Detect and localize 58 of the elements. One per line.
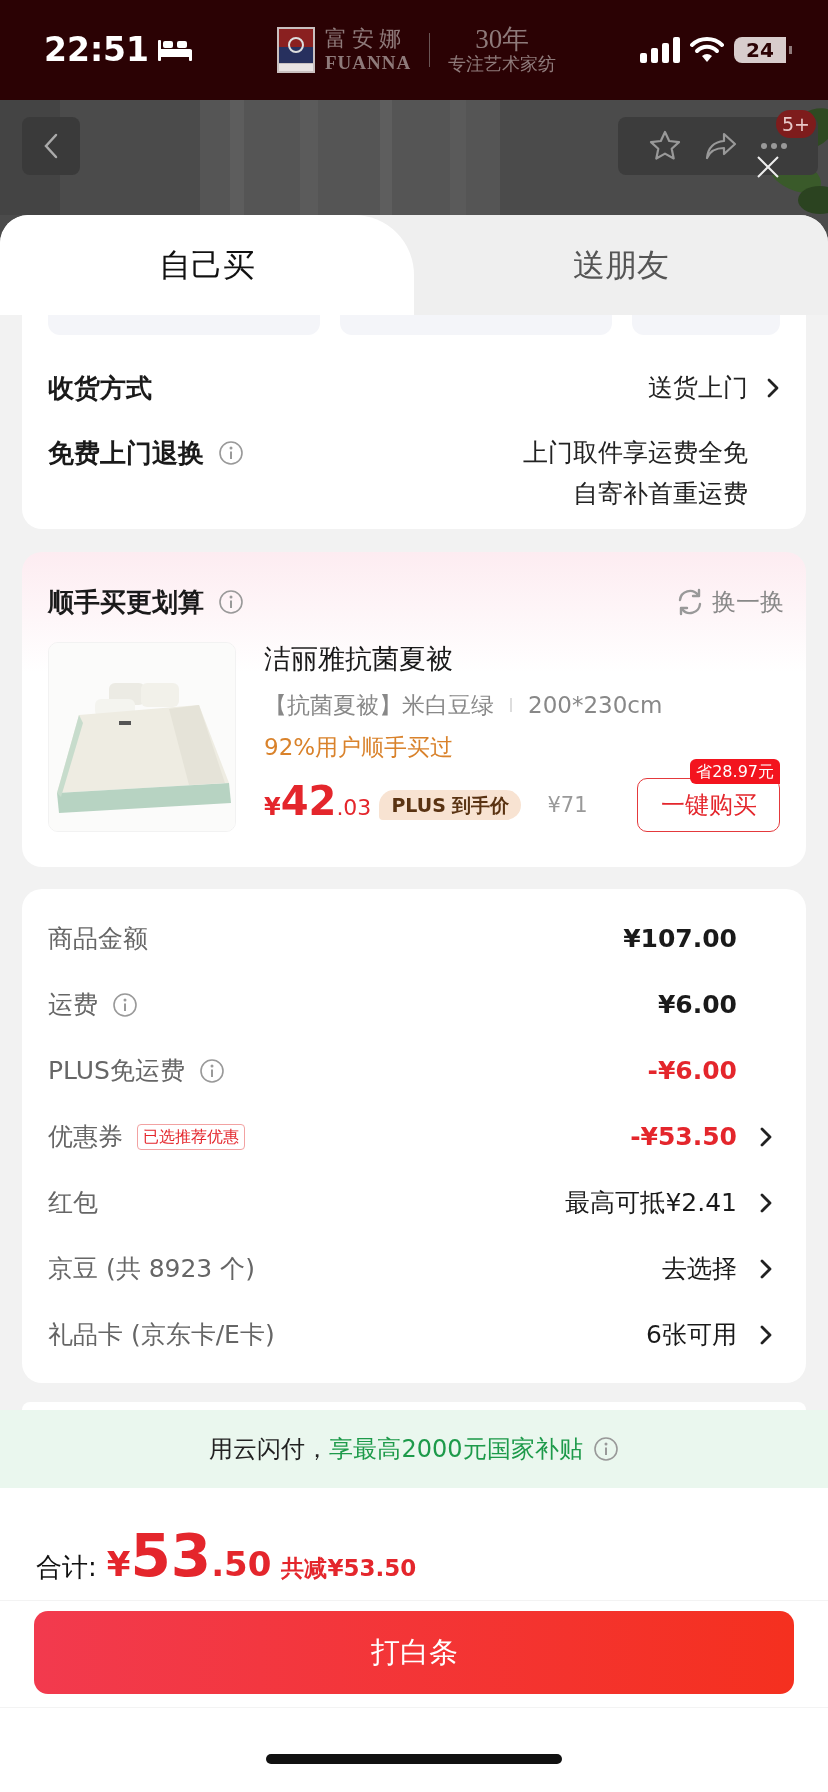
wifi-icon xyxy=(690,37,724,63)
back-icon xyxy=(43,132,59,160)
row-value[interactable]: -¥53.50 xyxy=(630,1122,737,1152)
info-icon[interactable] xyxy=(112,992,138,1018)
pay-button[interactable]: 打白条 xyxy=(34,1611,794,1694)
purchase-note: 92%用户顺手买过 xyxy=(264,733,455,761)
anniversary-text: 30年 xyxy=(475,25,530,53)
row-label: 收货方式 xyxy=(48,373,152,403)
row-value[interactable]: 去选择 xyxy=(662,1254,737,1284)
brand-name: FUANNA xyxy=(324,52,412,74)
product-size: 200*230cm xyxy=(528,691,663,719)
row-value[interactable]: 最高可抵¥2.41 xyxy=(565,1188,737,1218)
product-name[interactable]: 洁丽雅抗菌夏被 xyxy=(264,644,780,674)
product-price: ¥42.03 xyxy=(264,778,372,826)
info-icon[interactable] xyxy=(198,1058,225,1084)
star-icon[interactable] xyxy=(648,129,682,163)
share-icon[interactable] xyxy=(704,131,738,161)
row-value: -¥6.00 xyxy=(647,1056,737,1086)
row-label: 运费 xyxy=(48,990,98,1020)
close-icon[interactable] xyxy=(756,155,780,179)
info-icon[interactable] xyxy=(218,589,244,615)
brand-name: 富安娜 xyxy=(324,26,407,52)
battery-level: 24 xyxy=(734,37,792,63)
back-button[interactable] xyxy=(22,117,80,175)
coupon-tag: 已选推荐优惠 xyxy=(137,1124,245,1150)
buy-button[interactable]: 一键购买 xyxy=(637,778,780,832)
original-price: ¥71 xyxy=(547,793,588,817)
row-value[interactable]: 送货上门 xyxy=(648,373,748,403)
refresh-icon[interactable] xyxy=(676,588,704,616)
saving-badge: 省28.97元 xyxy=(690,759,780,784)
bed-icon xyxy=(157,38,194,62)
row-label: 商品金额 xyxy=(48,924,148,954)
info-icon[interactable] xyxy=(218,440,244,466)
row-value[interactable]: 6张可用 xyxy=(646,1320,737,1350)
row-label: PLUS免运费 xyxy=(48,1056,185,1086)
discount-total: 共减¥53.50 xyxy=(281,1554,417,1583)
product-spec: 【抗菌夏被】米白豆绿 xyxy=(264,691,494,719)
row-value: 上门取件享运费全免 xyxy=(523,438,748,468)
info-icon[interactable] xyxy=(592,1436,619,1462)
row-label: 优惠券 xyxy=(48,1122,123,1152)
total-label: 合计: xyxy=(36,1551,97,1584)
signal-icon xyxy=(640,37,680,63)
section-title: 顺手买更划算 xyxy=(48,587,204,617)
row-value: ¥107.00 xyxy=(623,924,737,954)
more-icon[interactable] xyxy=(760,142,788,150)
flag-logo-icon xyxy=(276,27,315,73)
promo-text: 用云闪付， xyxy=(209,1434,330,1464)
row-value: 自寄补首重运费 xyxy=(573,479,748,509)
row-label: 礼品卡 (京东卡/E卡) xyxy=(48,1320,275,1350)
clock-time: 22:51 xyxy=(44,30,150,70)
tab[interactable]: 自己买 xyxy=(0,215,414,315)
row-label: 红包 xyxy=(48,1188,98,1218)
slogan-text: 专注艺术家纺 xyxy=(448,53,557,75)
row-label: 京豆 (共 8923 个) xyxy=(48,1254,255,1284)
price-tag: PLUS 到手价 xyxy=(379,790,522,820)
row-value: ¥6.00 xyxy=(657,990,737,1020)
row-label: 免费上门退换 xyxy=(48,438,204,468)
total-price: ¥53.50 xyxy=(106,1526,272,1592)
